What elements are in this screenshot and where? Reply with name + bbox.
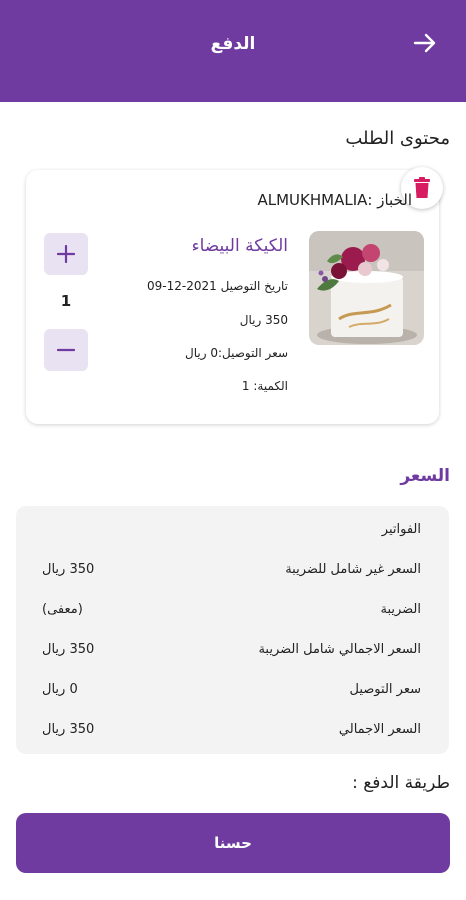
price-row-value: (معفى) bbox=[42, 602, 83, 617]
price-row-value: 350 ريال bbox=[42, 562, 95, 577]
cake-image bbox=[309, 231, 424, 345]
price-row-value: 350 ريال bbox=[42, 722, 95, 737]
page-title: الدفع bbox=[210, 34, 256, 54]
price-summary-box: الفواتير السعر غير شامل للضريبة 350 ريال… bbox=[16, 506, 449, 754]
trash-icon bbox=[414, 177, 430, 198]
app-header: الدفع bbox=[0, 0, 466, 102]
back-arrow-icon[interactable] bbox=[412, 30, 438, 56]
ok-button-label: حسنا bbox=[214, 834, 252, 852]
item-price: 350 ريال bbox=[239, 313, 288, 327]
order-content-title: محتوى الطلب bbox=[345, 128, 450, 149]
increase-quantity-button[interactable] bbox=[44, 233, 88, 275]
ok-button[interactable]: حسنا bbox=[16, 813, 450, 873]
delivery-date: تاريخ التوصيل 2021-12-09 bbox=[146, 279, 288, 293]
price-row-label: سعر التوصيل bbox=[349, 682, 422, 697]
price-row-label: الضريبة bbox=[380, 602, 421, 617]
decrease-quantity-button[interactable] bbox=[44, 329, 88, 371]
minus-icon bbox=[57, 348, 75, 352]
quantity-label: الكمية: 1 bbox=[241, 379, 288, 393]
price-section-title: السعر bbox=[400, 466, 450, 486]
baker-name: الخباز :ALMUKHMALIA bbox=[257, 191, 413, 209]
invoices-label: الفواتير bbox=[381, 522, 421, 537]
price-row-value: 0 ريال bbox=[42, 682, 78, 697]
delivery-price: سعر التوصيل:0 ريال bbox=[185, 346, 288, 360]
price-row-label: السعر الاجمالي bbox=[338, 722, 421, 737]
price-row-value: 350 ريال bbox=[42, 642, 95, 657]
plus-icon bbox=[57, 245, 75, 263]
price-row-label: السعر الاجمالي شامل الضريبة bbox=[258, 642, 421, 657]
price-row-label: السعر غير شامل للضريبة bbox=[285, 562, 421, 577]
quantity-value: 1 bbox=[60, 292, 72, 310]
product-name: الكيكة البيضاء bbox=[191, 236, 288, 256]
payment-method-title: طريقة الدفع : bbox=[352, 773, 450, 793]
